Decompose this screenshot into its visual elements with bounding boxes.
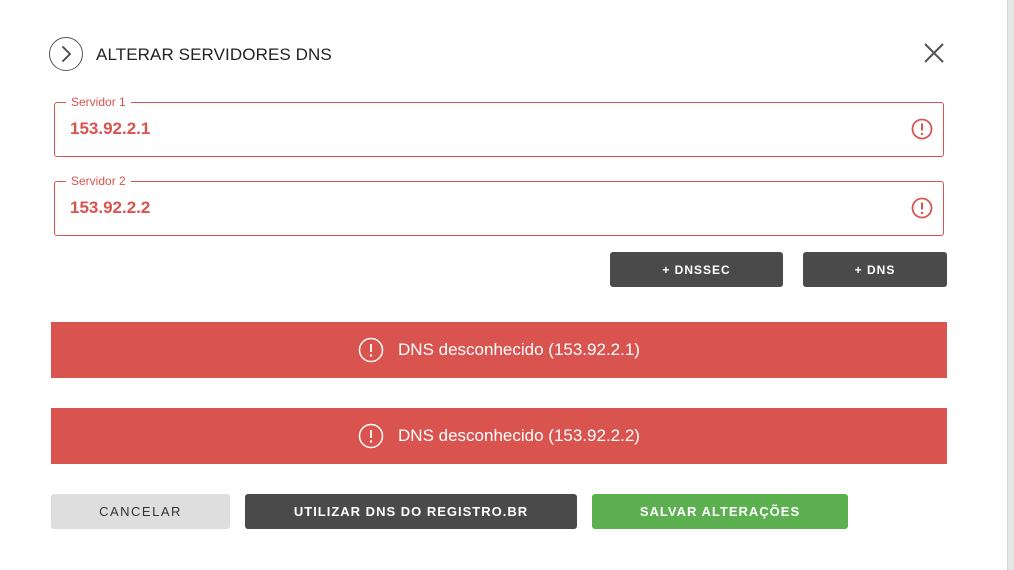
close-icon[interactable]	[922, 41, 946, 65]
save-changes-button[interactable]: SALVAR ALTERAÇÕES	[592, 494, 848, 529]
add-dns-button[interactable]: + DNS	[803, 252, 947, 287]
server-2-field: Servidor 2	[54, 174, 944, 236]
server-1-field: Servidor 1	[54, 95, 944, 157]
error-alert: DNS desconhecido (153.92.2.2)	[51, 408, 947, 464]
alert-circle-icon	[358, 423, 384, 449]
error-alert: DNS desconhecido (153.92.2.1)	[51, 322, 947, 378]
alert-message: DNS desconhecido (153.92.2.1)	[398, 340, 640, 359]
server-2-input[interactable]	[70, 196, 870, 220]
dialog-title: ALTERAR SERVIDORES DNS	[96, 45, 332, 64]
server-1-label: Servidor 1	[66, 95, 131, 109]
server-1-input[interactable]	[70, 117, 870, 141]
alert-circle-icon	[911, 197, 933, 219]
cancel-button[interactable]: CANCELAR	[51, 494, 230, 529]
alert-circle-icon	[358, 337, 384, 363]
alert-circle-icon	[911, 118, 933, 140]
chevron-right-icon[interactable]	[49, 37, 83, 71]
scrollbar-edge	[1007, 0, 1014, 570]
use-registro-dns-button[interactable]: UTILIZAR DNS DO REGISTRO.BR	[245, 494, 577, 529]
dialog-header: ALTERAR SERVIDORES DNS	[49, 37, 945, 71]
alert-message: DNS desconhecido (153.92.2.2)	[398, 426, 640, 445]
server-2-label: Servidor 2	[66, 174, 131, 188]
add-dnssec-button[interactable]: + DNSSEC	[610, 252, 783, 287]
